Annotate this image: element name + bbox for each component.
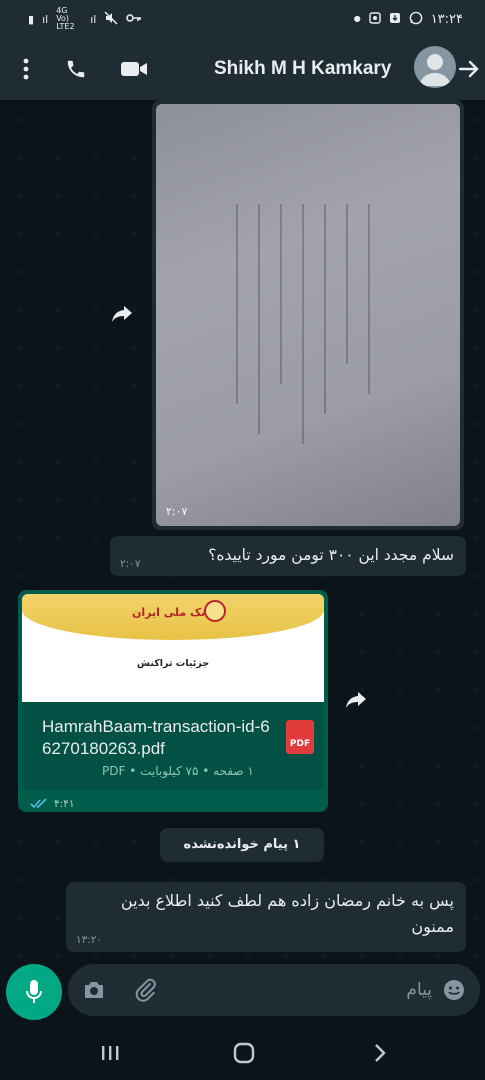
dot-icon: ● [353, 14, 361, 23]
chat-header: Shikh M H Kamkary [0, 38, 485, 100]
menu-dots-icon[interactable] [14, 38, 38, 100]
message-input[interactable] [178, 972, 432, 1008]
status-time: ۱۳:۲۴ [430, 11, 463, 27]
recent-apps-icon[interactable] [90, 1026, 130, 1080]
home-icon[interactable] [224, 1026, 264, 1080]
text-message[interactable]: پس به خانم رمضان زاده هم لطف کنید اطلاع … [66, 882, 466, 952]
mute-icon [104, 11, 118, 27]
status-left: ▮ ıl 4G Vo) LTE2 ıl [28, 7, 142, 31]
signal-icon: ıl [42, 12, 49, 26]
document-preview-title: جزئیات تراکنش [136, 658, 210, 669]
file-name: HamrahBaam-transaction-id-66270180263.pd… [42, 717, 270, 758]
image-message[interactable]: ۲:۰۷ [152, 100, 464, 530]
document-message[interactable]: بانک ملی ایران جزئیات تراکنش HamrahBaam-… [18, 590, 328, 812]
navigation-bar [0, 1026, 485, 1080]
bank-emblem-icon [204, 600, 226, 622]
attach-icon[interactable] [132, 964, 160, 1016]
file-meta: ۱ صفحه • ۷۵ کیلوبایت • PDF [102, 764, 254, 778]
image-message-time: ۲:۰۷ [166, 505, 188, 518]
document-time: ۴:۴۱ [54, 797, 75, 810]
phone-icon[interactable] [60, 38, 92, 100]
received-photo[interactable]: ۲:۰۷ [156, 104, 460, 526]
forward-icon[interactable] [102, 294, 142, 334]
key-icon [126, 13, 142, 25]
message-time: ۱۳:۲۰ [76, 934, 103, 946]
emoji-icon[interactable] [440, 964, 468, 1016]
network-label: 4G Vo) LTE2 [56, 6, 75, 31]
photo-text-lines [226, 204, 386, 454]
chat-area[interactable]: ۲:۰۷ سلام مجدد این ۳۰۰ تومن مورد تاییده؟… [0, 100, 485, 962]
avatar-icon[interactable] [414, 46, 456, 88]
bank-logo-text: بانک ملی ایران [132, 606, 214, 619]
message-time: ۲:۰۷ [120, 558, 141, 570]
read-ticks-icon [30, 794, 48, 813]
back-arrow-icon[interactable] [456, 38, 482, 100]
download-icon [389, 12, 401, 26]
mic-icon[interactable] [6, 964, 62, 1020]
whatsapp-icon [409, 11, 423, 27]
message-text: سلام مجدد این ۳۰۰ تومن مورد تاییده؟ [208, 546, 454, 564]
pdf-icon: PDF [286, 720, 314, 754]
forward-icon[interactable] [336, 680, 376, 720]
status-right: ● ۱۳:۲۴ [354, 11, 463, 27]
message-input-bar[interactable] [68, 964, 480, 1016]
camera-icon[interactable] [80, 964, 108, 1016]
video-icon[interactable] [116, 38, 152, 100]
message-text: پس به خانم رمضان زاده هم لطف کنید اطلاع … [120, 891, 454, 936]
sim-icon: ▮ [28, 12, 35, 26]
unread-messages-divider: ۱ پیام خوانده‌نشده [160, 828, 324, 862]
status-bar: ▮ ıl 4G Vo) LTE2 ıl ● ۱۳:۲۴ [0, 0, 485, 38]
pdf-badge-label: PDF [289, 739, 311, 749]
gallery-icon [368, 12, 381, 26]
text-message[interactable]: سلام مجدد این ۳۰۰ تومن مورد تاییده؟ ۲:۰۷ [110, 536, 466, 576]
signal-icon: ıl [90, 12, 97, 26]
document-info[interactable]: HamrahBaam-transaction-id-66270180263.pd… [22, 702, 324, 790]
document-footer: ۴:۴۱ [30, 794, 74, 813]
contact-name[interactable]: Shikh M H Kamkary [214, 38, 391, 100]
document-preview[interactable]: بانک ملی ایران جزئیات تراکنش [22, 594, 324, 702]
back-icon[interactable] [360, 1026, 400, 1080]
